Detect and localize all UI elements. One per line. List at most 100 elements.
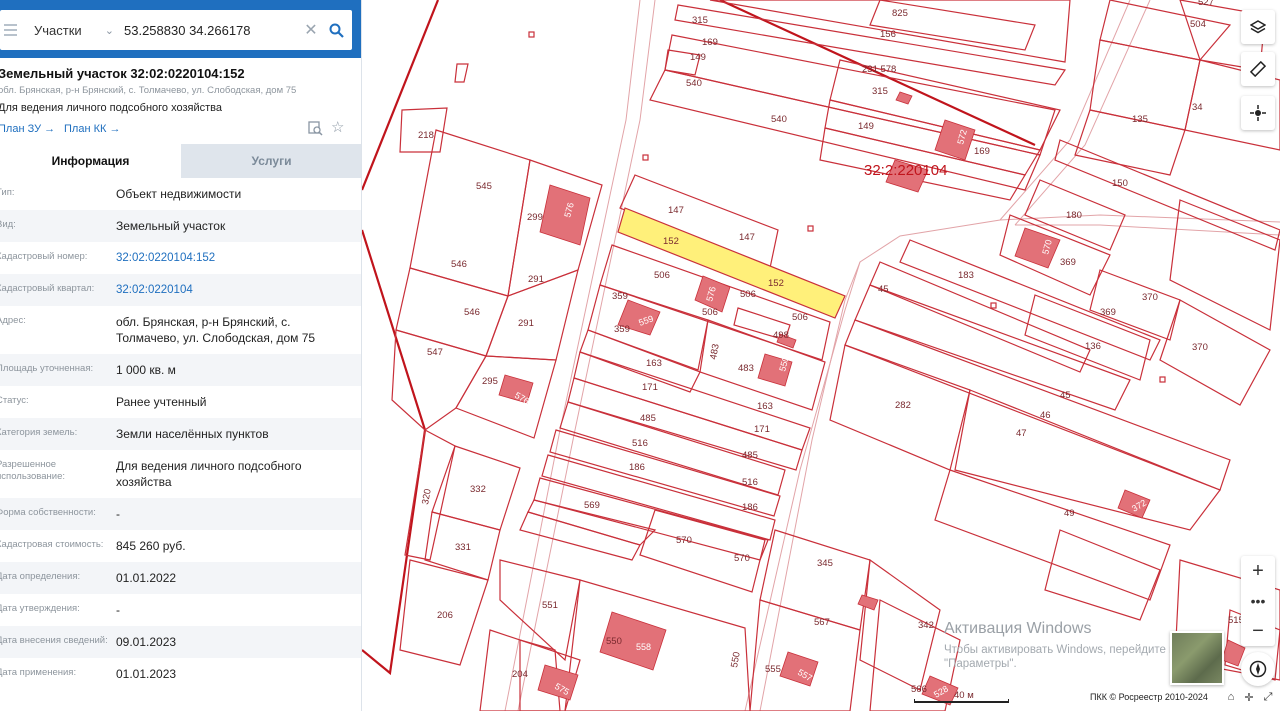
search-box: Участки ⌄ ✕ <box>0 10 352 50</box>
plan-kk-link[interactable]: План КК → <box>64 123 120 135</box>
svg-text:550: 550 <box>606 636 622 647</box>
arrow-right-icon: → <box>109 123 121 135</box>
road-line <box>999 214 1280 223</box>
svg-text:295: 295 <box>482 376 498 387</box>
svg-text:506: 506 <box>740 289 756 300</box>
info-row: Дата применения: 01.01.2023 <box>0 667 177 681</box>
svg-text:171: 171 <box>754 424 770 435</box>
info-row: Дата утверждения: - <box>0 603 120 617</box>
svg-text:570: 570 <box>676 535 692 546</box>
compass-icon <box>1249 660 1267 678</box>
svg-text:569: 569 <box>584 500 600 511</box>
svg-text:46: 46 <box>1040 410 1051 421</box>
map-canvas[interactable]: 315 825 156 169 149 231 578 540 315 540 … <box>362 0 1280 711</box>
more-icon: ••• <box>1250 593 1266 609</box>
svg-text:34: 34 <box>1192 102 1203 113</box>
fullscreen-button[interactable]: ⤢ <box>1261 690 1275 704</box>
info-table: Тип:Объект недвижимости Вид:Земельный уч… <box>0 178 361 690</box>
search-bar: Участки ⌄ ✕ ‹ <box>0 0 362 58</box>
info-panel: Участки ⌄ ✕ ‹ Земельный участок 32:02:02… <box>0 0 362 711</box>
svg-text:506: 506 <box>702 307 718 318</box>
more-button[interactable]: ••• <box>1241 586 1275 616</box>
collapse-panel-button[interactable]: ‹ <box>361 20 362 40</box>
zoom-in-button[interactable]: + <box>1241 556 1275 586</box>
search-button[interactable] <box>322 10 350 50</box>
search-input[interactable] <box>120 11 300 49</box>
object-type-select[interactable]: Участки ⌄ <box>22 10 120 50</box>
svg-text:359: 359 <box>614 324 630 335</box>
tab-info[interactable]: Информация <box>0 144 181 178</box>
fullscreen-icon: ⤢ <box>1263 690 1273 703</box>
copyright-text: ПКК © Росреестр 2010-2024 <box>1090 692 1208 702</box>
info-row: Форма собственности: - <box>0 498 361 530</box>
road-line <box>504 0 641 711</box>
building <box>857 594 879 611</box>
road-line <box>517 0 656 711</box>
building <box>1014 227 1061 269</box>
svg-text:483: 483 <box>708 343 722 361</box>
svg-text:516: 516 <box>632 438 648 449</box>
menu-icon[interactable] <box>0 10 22 50</box>
building <box>895 91 913 105</box>
svg-text:147: 147 <box>668 205 684 216</box>
plan-zu-link[interactable]: План ЗУ → <box>0 123 55 135</box>
measure-button[interactable] <box>1241 52 1275 86</box>
clear-button[interactable]: ✕ <box>300 20 322 40</box>
close-icon: ✕ <box>304 22 318 39</box>
info-row: Разрешенное использование: Для ведения ли… <box>0 459 302 489</box>
cadastral-number-link[interactable]: 32:02:0220104:152 <box>116 250 361 266</box>
svg-text:169: 169 <box>702 37 718 48</box>
scale-bar <box>914 689 1009 703</box>
svg-text:163: 163 <box>646 358 662 369</box>
quarter-label: 32:2:220104 <box>864 162 947 179</box>
district-border <box>362 229 427 676</box>
search-icon <box>329 23 344 38</box>
view-on-map-icon[interactable] <box>308 121 323 136</box>
svg-text:506: 506 <box>654 270 670 281</box>
tab-services[interactable]: Услуги <box>181 144 361 178</box>
info-row: Кадастровый номер: 32:02:0220104:152 <box>0 242 361 274</box>
svg-text:291: 291 <box>528 274 544 285</box>
svg-text:186: 186 <box>742 502 758 513</box>
home-button[interactable]: ⌂ <box>1224 690 1238 704</box>
svg-text:485: 485 <box>742 450 758 461</box>
svg-text:45: 45 <box>878 284 889 295</box>
svg-text:483: 483 <box>738 363 754 374</box>
cadastral-quarter-link[interactable]: 32:02:0220104 <box>116 282 361 298</box>
locate-button[interactable] <box>1241 96 1275 130</box>
svg-text:136: 136 <box>1085 341 1101 352</box>
favorite-star-icon[interactable]: ☆ <box>331 120 344 135</box>
svg-text:370: 370 <box>1192 342 1208 353</box>
cadastral-map[interactable]: 315 825 156 169 149 231 578 540 315 540 … <box>362 0 1280 711</box>
object-address-short: обл. Брянская, р-н Брянский, с. Толмачев… <box>0 85 297 96</box>
minus-icon: − <box>1252 619 1264 642</box>
svg-text:231 578: 231 578 <box>862 64 896 75</box>
crosshair-button[interactable]: ✛ <box>1242 690 1256 704</box>
svg-text:186: 186 <box>629 462 645 473</box>
info-row: Кадастровый квартал: 32:02:0220104 <box>0 274 361 306</box>
page-title: Земельный участок 32:02:0220104:152 <box>0 66 245 81</box>
svg-text:152: 152 <box>663 236 679 247</box>
object-type-label: Участки <box>34 22 82 38</box>
plus-icon: + <box>1252 559 1264 582</box>
svg-text:551: 551 <box>542 600 558 611</box>
svg-text:150: 150 <box>1112 178 1128 189</box>
basemap-switcher[interactable] <box>1170 631 1224 685</box>
svg-text:183: 183 <box>958 270 974 281</box>
app-root: 315 825 156 169 149 231 578 540 315 540 … <box>0 0 1280 711</box>
activation-watermark-title: Активация Windows <box>944 620 1092 637</box>
svg-text:506: 506 <box>792 312 808 323</box>
layers-icon <box>1250 20 1266 34</box>
info-row: Адрес:обл. Брянская, р-н Брянский, с. То… <box>0 315 316 345</box>
info-row: Площадь уточненная: 1 000 кв. м <box>0 354 361 386</box>
locate-icon <box>1250 105 1266 121</box>
tab-bar: Информация Услуги <box>0 144 361 178</box>
svg-text:342: 342 <box>918 620 934 631</box>
info-row: Дата определения: 01.01.2022 <box>0 562 361 594</box>
svg-text:345: 345 <box>817 558 833 569</box>
compass-button[interactable] <box>1241 652 1275 686</box>
layers-button[interactable] <box>1241 10 1275 44</box>
svg-text:359: 359 <box>612 291 628 302</box>
arrow-right-icon: → <box>44 123 56 135</box>
zoom-out-button[interactable]: − <box>1241 616 1275 646</box>
